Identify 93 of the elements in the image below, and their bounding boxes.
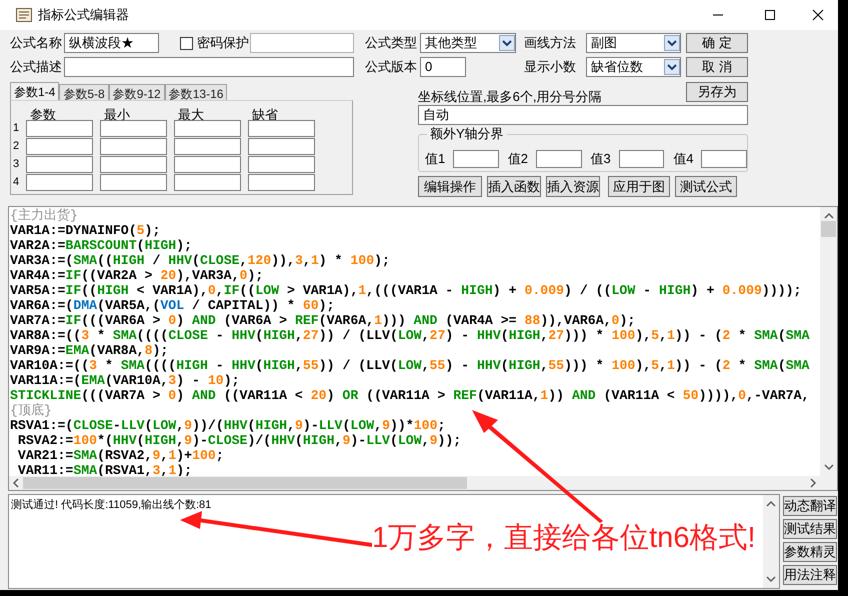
tab[interactable]: 参数9-12	[108, 84, 165, 100]
button[interactable]: 插入函数	[487, 176, 541, 197]
code-line: RSVA2:=100*(HHV(HIGH,9)-CLOSE)/(HHV(HIGH,9)-LLV(LOW,9));	[16, 433, 462, 448]
code-line: VAR11A:=(EMA(VAR10A,3) - 10);	[10, 373, 241, 388]
code-line: {主力出货}	[10, 208, 79, 223]
button[interactable]: 参数精灵	[783, 542, 837, 562]
field-label: 值3	[590, 150, 612, 168]
value-field[interactable]	[536, 150, 582, 168]
code-line: VAR1A:=DYNAINFO(5);	[10, 223, 162, 238]
text-field[interactable]: 纵横波段★	[64, 33, 159, 53]
button[interactable]: 测试结果	[783, 519, 837, 539]
axis-lines-field[interactable]: 自动	[418, 105, 748, 125]
field-label: 密码保护	[197, 34, 250, 52]
code-line: VAR2A:=BARSCOUNT(HIGH);	[10, 238, 194, 253]
code-line: {顶底}	[10, 403, 53, 418]
code-line: VAR3A:=(SMA((HIGH / HHV(CLOSE,120)),3,1) * 100);	[10, 253, 391, 268]
button[interactable]: 应用于图	[608, 176, 670, 197]
parameter-field[interactable]	[100, 138, 167, 154]
field-label: 画线方法	[524, 34, 577, 52]
tab[interactable]: 参数13-16	[164, 84, 228, 100]
code-line: VAR21:=SMA(RSVA2,9,1)+100;	[16, 448, 225, 463]
value-field[interactable]	[618, 150, 664, 168]
code-line: VAR8A:=((3 * SMA((((CLOSE - HHV(HIGH,27)) / (LLV(LOW,27) - HHV(HIGH,27))) * 100),5,1)) - (2 * SMA(SMA	[10, 328, 810, 343]
field-label: 值2	[508, 150, 529, 168]
field-label: 显示小数	[524, 58, 577, 76]
button[interactable]: 确 定	[686, 33, 748, 53]
dropdown[interactable]: 副图	[586, 33, 681, 53]
button[interactable]: 插入资源	[546, 176, 600, 197]
row-number: 4	[13, 174, 20, 190]
group-title: 额外Y轴分界	[427, 126, 507, 142]
field-label: 公式版本	[365, 58, 418, 76]
field-label: 公式描述	[10, 58, 63, 76]
parameter-field[interactable]	[26, 156, 93, 172]
text-field[interactable]: 0	[420, 57, 466, 77]
field-label: 公式名称	[10, 34, 63, 52]
code-line: VAR6A:=(DMA(VAR5A,(VOL / CAPITAL)) * 60);	[10, 298, 336, 313]
vertical-scrollbar[interactable]	[820, 207, 837, 476]
button[interactable]: 用法注释	[783, 565, 837, 585]
value-field[interactable]	[701, 150, 747, 168]
code-line: VAR10A:=((3 * SMA((((HIGH - HHV(HIGH,55)) / (LLV(LOW,55) - HHV(HIGH,55))) * 100),5,1)) - (2 * SMA(SMA	[10, 358, 810, 373]
scrollbar-thumb[interactable]	[821, 221, 836, 237]
column-header: 最小	[104, 107, 130, 122]
button[interactable]: 测试公式	[675, 176, 737, 197]
button[interactable]: 编辑操作	[418, 176, 482, 197]
parameter-field[interactable]	[174, 138, 241, 154]
code-line: VAR5A:=IF((HIGH < VAR1A),0,IF((LOW > VAR1A),1,(((VAR1A - HIGH) + 0.009) / ((LOW - HIGH) + 0.009))));	[10, 283, 802, 298]
dropdown[interactable]: 缺省位数	[586, 57, 681, 77]
code-line: RSVA1:=(CLOSE-LLV(LOW,9))/(HHV(HIGH,9)-LLV(LOW,9))*100;	[10, 418, 446, 433]
field-label: 值4	[673, 150, 694, 168]
tab[interactable]: 参数1-4	[10, 82, 60, 100]
code-line: VAR4A:=IF((VAR2A > 20),VAR3A,0);	[10, 268, 264, 283]
code-editor[interactable]	[8, 206, 838, 491]
column-header: 缺省	[252, 107, 278, 122]
row-number: 1	[13, 120, 20, 136]
text-field[interactable]	[64, 57, 354, 77]
horizontal-scrollbar[interactable]	[9, 476, 837, 490]
axis-lines-label: 坐标线位置,最多6个,用分号分隔	[418, 90, 602, 104]
parameter-field[interactable]	[26, 174, 93, 190]
button[interactable]: 动态翻译	[783, 496, 837, 516]
parameter-field[interactable]	[174, 174, 241, 190]
maximize-icon[interactable]	[764, 9, 776, 21]
tab[interactable]: 参数5-8	[59, 84, 109, 100]
output-message: 测试通过! 代码长度:11059,输出线个数:81	[10, 498, 212, 512]
value-field[interactable]	[453, 150, 499, 168]
code-line: VAR9A:=EMA(VAR8A,8);	[10, 343, 170, 358]
row-number: 3	[13, 156, 20, 172]
checkbox[interactable]	[180, 36, 193, 50]
parameter-field[interactable]	[248, 138, 315, 154]
button[interactable]: 另存为	[686, 82, 748, 102]
code-line: VAR7A:=IF(((VAR6A > 0) AND (VAR6A > REF(VAR6A,1))) AND (VAR4A >= 88)),VAR6A,0);	[10, 313, 636, 328]
vertical-scrollbar[interactable]	[763, 495, 779, 588]
parameter-field[interactable]	[100, 174, 167, 190]
field-label: 值1	[425, 150, 446, 168]
scrollbar-thumb[interactable]	[23, 477, 467, 489]
code-line: STICKLINE(((VAR7A > 0) AND ((VAR11A < 20) OR ((VAR11A > REF(VAR11A,1)) AND (VAR11A < 50)))),0,-VAR7A,	[10, 388, 810, 403]
window-icon	[16, 8, 32, 22]
parameter-field[interactable]	[174, 156, 241, 172]
parameter-field[interactable]	[100, 120, 167, 136]
annotation-text: 1万多字，直接给各位tn6格式!	[372, 521, 756, 556]
button[interactable]: 取 消	[686, 57, 748, 77]
parameter-field[interactable]	[174, 120, 241, 136]
parameter-field[interactable]	[26, 138, 93, 154]
parameter-field[interactable]	[248, 120, 315, 136]
close-icon[interactable]	[812, 9, 824, 21]
column-header: 最大	[178, 107, 204, 122]
parameter-field[interactable]	[248, 174, 315, 190]
field-label: 公式类型	[365, 34, 418, 52]
dropdown[interactable]: 其他类型	[420, 33, 516, 53]
parameter-field[interactable]	[248, 156, 315, 172]
parameter-field[interactable]	[26, 120, 93, 136]
row-number: 2	[13, 138, 20, 154]
window-title: 指标公式编辑器	[38, 6, 129, 24]
parameter-field[interactable]	[100, 156, 167, 172]
